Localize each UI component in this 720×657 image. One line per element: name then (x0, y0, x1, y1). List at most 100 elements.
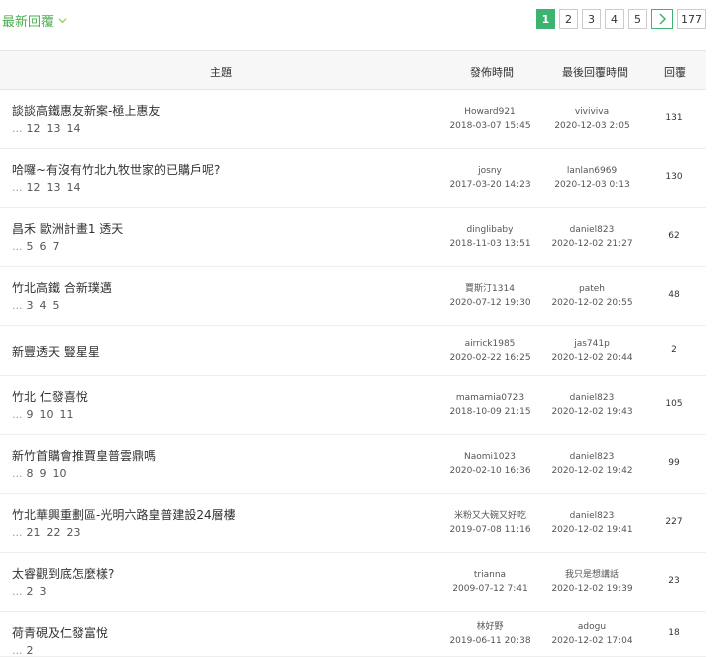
topic-page-links: ... 21 22 23 (12, 526, 87, 539)
chevron-right-icon (659, 13, 667, 25)
ellipsis: ... (12, 122, 23, 135)
topic-page-link[interactable]: 3 (40, 585, 47, 598)
page-4-button[interactable]: 4 (605, 9, 624, 29)
last-reply-user-link[interactable]: adogu (542, 620, 642, 634)
topic-page-link[interactable]: 11 (60, 408, 74, 421)
topic-title-link[interactable]: 哈囉~有沒有竹北九牧世家的已購戶呢? (12, 161, 220, 178)
topic-page-link[interactable]: 5 (53, 299, 60, 312)
last-reply-user-link[interactable]: jas741p (542, 337, 642, 351)
table-row: 荷青硯及仁發富悅... 2 林好野 2019-06-11 20:38 adogu 2020… (0, 612, 706, 657)
post-info: trianna 2009-07-12 7:41 (440, 568, 540, 596)
author-link[interactable]: airrick1985 (440, 337, 540, 351)
author-link[interactable]: Naomi1023 (440, 450, 540, 464)
topic-title-link[interactable]: 荷青硯及仁發富悅 (12, 624, 108, 641)
author-link[interactable]: Howard921 (440, 105, 540, 119)
reply-count: 99 (668, 458, 680, 468)
last-reply-info: daniel823 2020-12-02 19:41 (542, 509, 642, 537)
author-link[interactable]: 米粉又大碗又好吃 (440, 509, 540, 523)
topic-page-links: ... 2 3 (12, 585, 53, 598)
author-link[interactable]: mamamia0723 (440, 391, 540, 405)
ellipsis: ... (12, 644, 23, 657)
topic-page-link[interactable]: 3 (27, 299, 34, 312)
topic-page-link[interactable]: 6 (40, 240, 47, 253)
topic-title-link[interactable]: 竹北華興重劃區-光明六路皇普建設24層樓 (12, 506, 236, 523)
topic-title-link[interactable]: 新豐透天 豎星星 (12, 343, 100, 360)
last-reply-info: lanlan6969 2020-12-03 0:13 (542, 164, 642, 192)
page-1-button[interactable]: 1 (536, 9, 555, 29)
topic-title-link[interactable]: 昌禾 歐洲計畫1 透天 (12, 220, 123, 237)
last-reply-info: jas741p 2020-12-02 20:44 (542, 337, 642, 365)
last-reply-user-link[interactable]: viviviva (542, 105, 642, 119)
last-reply-user-link[interactable]: lanlan6969 (542, 164, 642, 178)
author-link[interactable]: 林好野 (440, 620, 540, 634)
topic-page-link[interactable]: 7 (53, 240, 60, 253)
topic-page-link[interactable]: 13 (47, 122, 61, 135)
post-time: 2020-02-22 16:25 (449, 352, 531, 363)
topic-title-link[interactable]: 談談高鐵惠友新案-極上惠友 (12, 102, 160, 119)
author-link[interactable]: dinglibaby (440, 223, 540, 237)
header-topic: 主題 (210, 66, 232, 79)
ellipsis: ... (12, 467, 23, 480)
topic-page-link[interactable]: 4 (40, 299, 47, 312)
page-3-button[interactable]: 3 (582, 9, 601, 29)
topic-page-link[interactable]: 9 (40, 467, 47, 480)
post-info: mamamia0723 2018-10-09 21:15 (440, 391, 540, 419)
last-reply-info: daniel823 2020-12-02 19:42 (542, 450, 642, 478)
page-2-button[interactable]: 2 (559, 9, 578, 29)
topic-title-link[interactable]: 竹北高鐵 合新璞邁 (12, 279, 112, 296)
topic-page-link[interactable]: 9 (27, 408, 34, 421)
sort-label: 最新回覆 (2, 15, 55, 30)
topic-page-links: ... 3 4 5 (12, 299, 66, 312)
table-row: 竹北 仁發喜悅... 9 10 11 mamamia0723 2018-10-09 21:… (0, 376, 706, 435)
topic-page-link[interactable]: 21 (27, 526, 41, 539)
reply-count: 23 (668, 576, 680, 586)
topic-page-link[interactable]: 12 (27, 181, 41, 194)
topic-title-link[interactable]: 新竹首購會推賈皇普雲鼎嗎 (12, 447, 156, 464)
topic-page-link[interactable]: 10 (40, 408, 54, 421)
last-page-button[interactable]: 177 (677, 9, 706, 29)
post-info: 林好野 2019-06-11 20:38 (440, 620, 540, 648)
reply-count: 2 (671, 344, 677, 355)
last-reply-info: daniel823 2020-12-02 19:43 (542, 391, 642, 419)
sort-dropdown[interactable]: 最新回覆 (2, 11, 67, 30)
last-reply-user-link[interactable]: daniel823 (542, 391, 642, 405)
last-reply-user-link[interactable]: 我只是想講話 (542, 568, 642, 582)
topic-page-link[interactable]: 14 (67, 122, 81, 135)
topic-page-link[interactable]: 2 (27, 585, 34, 598)
page-5-button[interactable]: 5 (628, 9, 647, 29)
last-reply-user-link[interactable]: pateh (542, 282, 642, 296)
topic-page-link[interactable]: 22 (47, 526, 61, 539)
topic-page-link[interactable]: 23 (67, 526, 81, 539)
topic-page-link[interactable]: 14 (67, 181, 81, 194)
ellipsis: ... (12, 240, 23, 253)
last-reply-time: 2020-12-02 19:42 (551, 466, 633, 476)
last-reply-time: 2020-12-02 20:55 (551, 298, 633, 308)
reply-count: 62 (668, 231, 680, 241)
post-time: 2017-03-20 14:23 (449, 180, 531, 190)
chevron-down-icon (58, 18, 67, 24)
table-row: 昌禾 歐洲計畫1 透天... 5 6 7 dinglibaby 2018-11-03 13… (0, 208, 706, 267)
topic-page-link[interactable]: 10 (53, 467, 67, 480)
last-reply-info: adogu 2020-12-02 17:04 (542, 620, 642, 648)
last-reply-user-link[interactable]: daniel823 (542, 450, 642, 464)
topic-page-link[interactable]: 2 (27, 644, 34, 657)
last-reply-time: 2020-12-03 0:13 (554, 180, 630, 190)
last-reply-user-link[interactable]: daniel823 (542, 223, 642, 237)
post-info: airrick1985 2020-02-22 16:25 (440, 337, 540, 365)
reply-count: 227 (665, 517, 683, 527)
topic-page-link[interactable]: 13 (47, 181, 61, 194)
next-page-button[interactable] (651, 9, 673, 29)
author-link[interactable]: josny (440, 164, 540, 178)
topic-title-link[interactable]: 太睿觀到底怎麼樣? (12, 565, 114, 582)
ellipsis: ... (12, 299, 23, 312)
post-time: 2018-03-07 15:45 (449, 121, 531, 131)
topic-page-link[interactable]: 8 (27, 467, 34, 480)
topic-page-link[interactable]: 12 (27, 122, 41, 135)
topic-title-link[interactable]: 竹北 仁發喜悅 (12, 388, 88, 405)
author-link[interactable]: trianna (440, 568, 540, 582)
table-row: 談談高鐵惠友新案-極上惠友... 12 13 14 Howard921 2018-03-0… (0, 90, 706, 149)
last-reply-info: daniel823 2020-12-02 21:27 (542, 223, 642, 251)
topic-page-link[interactable]: 5 (27, 240, 34, 253)
last-reply-user-link[interactable]: daniel823 (542, 509, 642, 523)
author-link[interactable]: 賈斯汀1314 (440, 282, 540, 296)
